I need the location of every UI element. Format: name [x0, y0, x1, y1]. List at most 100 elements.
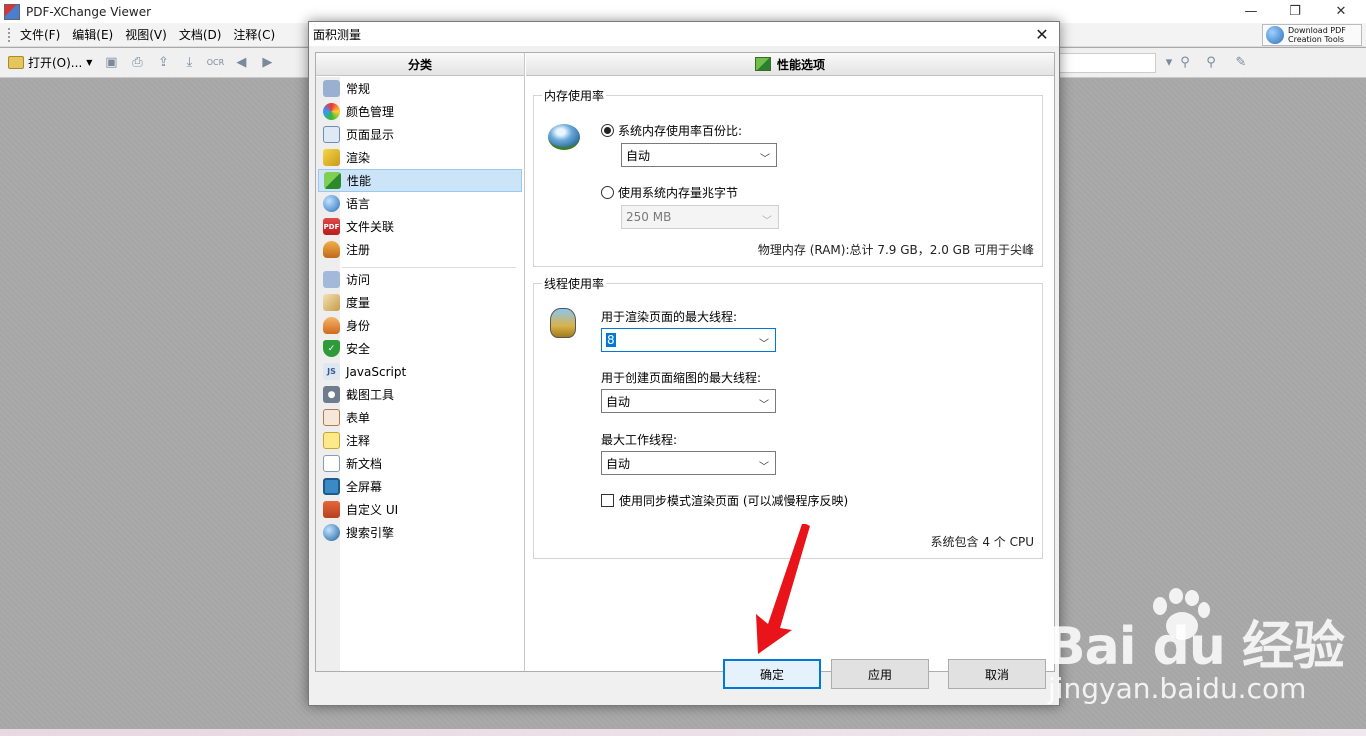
close-app-icon[interactable]: ✕	[1318, 0, 1364, 23]
open-button[interactable]: 打开(O)... ▼	[8, 54, 92, 71]
category-snapshot-tool[interactable]: ● 截图工具	[318, 383, 522, 406]
minimize-icon[interactable]: —	[1228, 0, 1274, 23]
menu-edit[interactable]: 编辑(E)	[72, 26, 125, 43]
radio-button[interactable]	[601, 124, 614, 137]
menu-comment[interactable]: 注释(C)	[233, 26, 287, 43]
category-identity[interactable]: 身份	[318, 314, 522, 337]
dropdown-arrow-icon: ▼	[86, 58, 93, 67]
render-threads-combo[interactable]: 8 ﹀	[601, 328, 776, 352]
memory-usage-group: 内存使用率 系统内存使用率百份比: 自动 ﹀ 使用系统内存量兆字节 250 MB…	[533, 87, 1043, 267]
thumbnail-threads-combo[interactable]: 自动 ﹀	[601, 389, 776, 413]
category-full-screen[interactable]: 全屏幕	[318, 475, 522, 498]
performance-chart-icon	[754, 57, 771, 71]
javascript-icon: JS	[323, 363, 340, 380]
category-language[interactable]: 语言	[318, 192, 522, 215]
category-label: 截图工具	[346, 388, 395, 402]
back-icon[interactable]: ◀	[230, 52, 252, 74]
find-icon[interactable]: ⚲	[1174, 52, 1196, 74]
sync-render-checkbox-row[interactable]: 使用同步模式渲染页面 (可以减慢程序反映)	[601, 492, 848, 509]
download-pdf-tools-button[interactable]: Download PDF Creation Tools	[1262, 24, 1362, 46]
category-label: 渲染	[346, 151, 371, 165]
link-icon	[323, 271, 340, 288]
person-icon	[323, 317, 340, 334]
category-pane: 分类 常规 颜色管理 页面显示 渲染 性能 语言 PDF 文件关联 注册 访问 …	[316, 53, 525, 671]
red-pointer-arrow-icon	[756, 524, 810, 654]
find-next-icon[interactable]: ⚲	[1200, 52, 1222, 74]
radio-button[interactable]	[601, 186, 614, 199]
dialog-body: 分类 常规 颜色管理 页面显示 渲染 性能 语言 PDF 文件关联 注册 访问 …	[315, 52, 1055, 672]
memory-chip-icon	[548, 124, 580, 150]
user-key-icon	[323, 241, 340, 258]
memory-percent-label: 系统内存使用率百份比:	[618, 124, 743, 138]
category-label: 颜色管理	[346, 105, 395, 119]
thread-group-title: 线程使用率	[542, 275, 607, 292]
options-header-title: 性能选项	[776, 57, 825, 72]
render-threads-value: 8	[606, 333, 616, 347]
memory-mb-label: 使用系统内存量兆字节	[618, 186, 739, 200]
restore-icon[interactable]: ❐	[1272, 0, 1318, 23]
category-measurement[interactable]: 度量	[318, 291, 522, 314]
category-security[interactable]: ✓ 安全	[318, 337, 522, 360]
category-comments[interactable]: 注释	[318, 429, 522, 452]
save-icon[interactable]: ▣	[100, 52, 122, 74]
category-label: 自定义 UI	[346, 503, 399, 517]
sync-render-checkbox[interactable]	[601, 494, 614, 507]
memory-percent-combo[interactable]: 自动 ﹀	[621, 143, 777, 167]
ruler-icon	[323, 294, 340, 311]
print-icon[interactable]: ⎙	[126, 52, 148, 74]
ok-button[interactable]: 确定	[723, 659, 821, 689]
category-performance[interactable]: 性能	[318, 169, 522, 192]
menu-file[interactable]: 文件(F)	[20, 26, 72, 43]
category-search-engine[interactable]: 搜索引擎	[318, 521, 522, 544]
customize-ui-icon	[323, 501, 340, 518]
memory-mb-value: 250 MB	[626, 210, 672, 224]
category-color-management[interactable]: 颜色管理	[318, 100, 522, 123]
sync-render-label: 使用同步模式渲染页面 (可以减慢程序反映)	[619, 494, 849, 508]
cancel-button[interactable]: 取消	[948, 659, 1046, 689]
preferences-dialog: 面积测量 ✕ 分类 常规 颜色管理 页面显示 渲染 性能 语言 PDF 文件关联…	[308, 21, 1060, 706]
memory-mb-radio[interactable]: 使用系统内存量兆字节	[601, 184, 738, 201]
chevron-down-icon: ﹀	[759, 400, 769, 411]
memory-percent-radio[interactable]: 系统内存使用率百份比:	[601, 122, 742, 139]
category-label: 身份	[346, 319, 371, 333]
shield-icon: ✓	[323, 340, 340, 357]
menubar-grip	[8, 27, 12, 42]
app-title: PDF-XChange Viewer	[26, 4, 152, 19]
toolbar-search-box[interactable]	[1058, 53, 1156, 73]
thread-usage-group: 线程使用率 用于渲染页面的最大线程: 8 ﹀ 用于创建页面缩图的最大线程: 自动…	[533, 275, 1043, 559]
category-new-document[interactable]: 新文档	[318, 452, 522, 475]
menu-document[interactable]: 文档(D)	[179, 26, 234, 43]
category-access[interactable]: 访问	[318, 268, 522, 291]
folder-icon	[8, 56, 24, 69]
dialog-close-icon[interactable]: ✕	[1031, 23, 1053, 45]
category-javascript[interactable]: JS JavaScript	[318, 360, 522, 383]
category-rendering[interactable]: 渲染	[318, 146, 522, 169]
category-forms[interactable]: 表单	[318, 406, 522, 429]
category-file-association[interactable]: PDF 文件关联	[318, 215, 522, 238]
globe-language-icon	[323, 195, 340, 212]
watermark-url: jingyan.baidu.com	[1048, 672, 1307, 705]
scan-icon[interactable]: ⤓	[178, 52, 200, 74]
gears-icon	[323, 80, 340, 97]
forward-icon[interactable]: ▶	[256, 52, 278, 74]
menu-view[interactable]: 视图(V)	[125, 26, 179, 43]
download-line1: Download PDF	[1288, 26, 1346, 35]
category-customize-ui[interactable]: 自定义 UI	[318, 498, 522, 521]
dialog-titlebar: 面积测量 ✕	[309, 22, 1059, 46]
category-registration[interactable]: 注册	[318, 238, 522, 261]
search-globe-icon	[323, 524, 340, 541]
watermark-logo: Bai du 经验	[1046, 617, 1345, 677]
category-page-display[interactable]: 页面显示	[318, 123, 522, 146]
memory-mb-combo[interactable]: 250 MB ﹀	[621, 205, 779, 229]
ocr-icon[interactable]: OCR	[204, 52, 226, 74]
category-general[interactable]: 常规	[318, 77, 522, 100]
apply-button[interactable]: 应用	[831, 659, 929, 689]
tools-icon[interactable]: ✎	[1230, 52, 1252, 74]
options-header: 性能选项	[526, 53, 1054, 76]
render-threads-label: 用于渲染页面的最大线程:	[601, 310, 738, 324]
category-label: 页面显示	[346, 128, 395, 142]
color-wheel-icon	[323, 103, 340, 120]
worker-threads-combo[interactable]: 自动 ﹀	[601, 451, 776, 475]
export-icon[interactable]: ⇪	[152, 52, 174, 74]
chevron-down-icon: ﹀	[759, 339, 769, 350]
